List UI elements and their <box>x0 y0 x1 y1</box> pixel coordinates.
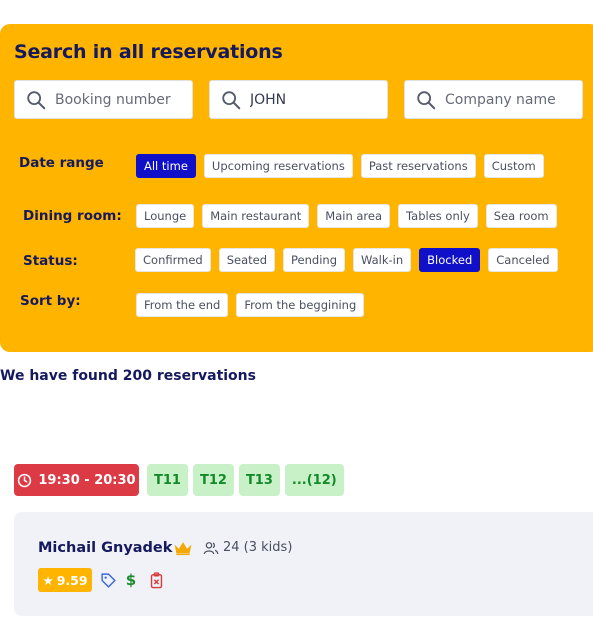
chip-pending[interactable]: Pending <box>283 248 345 272</box>
chip-tables-only[interactable]: Tables only <box>398 204 478 228</box>
company-name-input[interactable] <box>445 91 582 108</box>
crown-icon <box>174 542 192 556</box>
chip-blocked[interactable]: Blocked <box>419 248 481 272</box>
reservation-card[interactable]: Michail Gnyadek 24 (3 kids) ★ 9.59 $ <box>14 512 593 616</box>
people-icon <box>203 541 219 554</box>
search-icon <box>222 90 241 109</box>
company-name-field[interactable] <box>404 80 583 119</box>
time-slot-badge[interactable]: 19:30 - 20:30 <box>14 464 139 496</box>
table-badge-more[interactable]: ...(12) <box>284 464 344 496</box>
table-badge[interactable]: T13 <box>238 464 280 496</box>
chip-canceled[interactable]: Canceled <box>488 248 558 272</box>
guest-count-text: 24 (3 kids) <box>223 540 293 555</box>
results-count: We have found 200 reservations <box>0 368 256 384</box>
chip-main-restaurant[interactable]: Main restaurant <box>202 204 310 228</box>
panel-title: Search in all reservations <box>14 41 283 63</box>
rating-value: 9.59 <box>56 572 88 588</box>
status-chips: Confirmed Seated Pending Walk-in Blocked… <box>135 248 558 272</box>
date-range-label: Date range <box>19 155 104 171</box>
chip-confirmed[interactable]: Confirmed <box>135 248 211 272</box>
chip-seated[interactable]: Seated <box>218 248 276 272</box>
clock-icon <box>18 473 32 487</box>
chip-from-the-end[interactable]: From the end <box>136 293 229 317</box>
chip-past-reservations[interactable]: Past reservations <box>360 154 476 178</box>
dollar-icon[interactable]: $ <box>122 571 140 589</box>
chip-lounge[interactable]: Lounge <box>136 204 195 228</box>
chip-upcoming-reservations[interactable]: Upcoming reservations <box>203 154 353 178</box>
search-panel: Search in all reservations Date range Al… <box>0 24 593 352</box>
chip-sea-room[interactable]: Sea room <box>485 204 557 228</box>
chip-main-area[interactable]: Main area <box>317 204 391 228</box>
guest-name-input[interactable] <box>250 91 387 108</box>
dining-room-label: Dining room: <box>23 208 122 224</box>
time-slot-text: 19:30 - 20:30 <box>38 472 136 488</box>
sort-by-chips: From the end From the beggining <box>136 293 365 317</box>
table-badges: T11 T12 T13 ...(12) <box>147 464 344 496</box>
chip-from-the-beginning[interactable]: From the beggining <box>236 293 365 317</box>
chip-custom[interactable]: Custom <box>483 154 544 178</box>
tag-icon[interactable] <box>99 571 117 589</box>
table-badge[interactable]: T12 <box>192 464 234 496</box>
star-icon: ★ <box>42 572 54 588</box>
date-range-chips: All time Upcoming reservations Past rese… <box>136 154 544 178</box>
search-icon <box>417 90 436 109</box>
guest-name[interactable]: Michail Gnyadek <box>38 540 172 556</box>
sort-by-label: Sort by: <box>20 293 81 309</box>
chip-all-time[interactable]: All time <box>136 154 196 178</box>
rating-badge: ★ 9.59 <box>38 568 92 592</box>
status-label: Status: <box>23 253 78 269</box>
delete-note-icon[interactable] <box>147 571 165 589</box>
booking-number-input[interactable] <box>55 91 192 108</box>
guest-name-field[interactable] <box>209 80 388 119</box>
search-icon <box>27 90 46 109</box>
booking-number-field[interactable] <box>14 80 193 119</box>
guest-count: 24 (3 kids) <box>203 540 292 555</box>
table-badge[interactable]: T11 <box>147 464 188 496</box>
dining-room-chips: Lounge Main restaurant Main area Tables … <box>136 204 557 228</box>
chip-walk-in[interactable]: Walk-in <box>353 248 412 272</box>
